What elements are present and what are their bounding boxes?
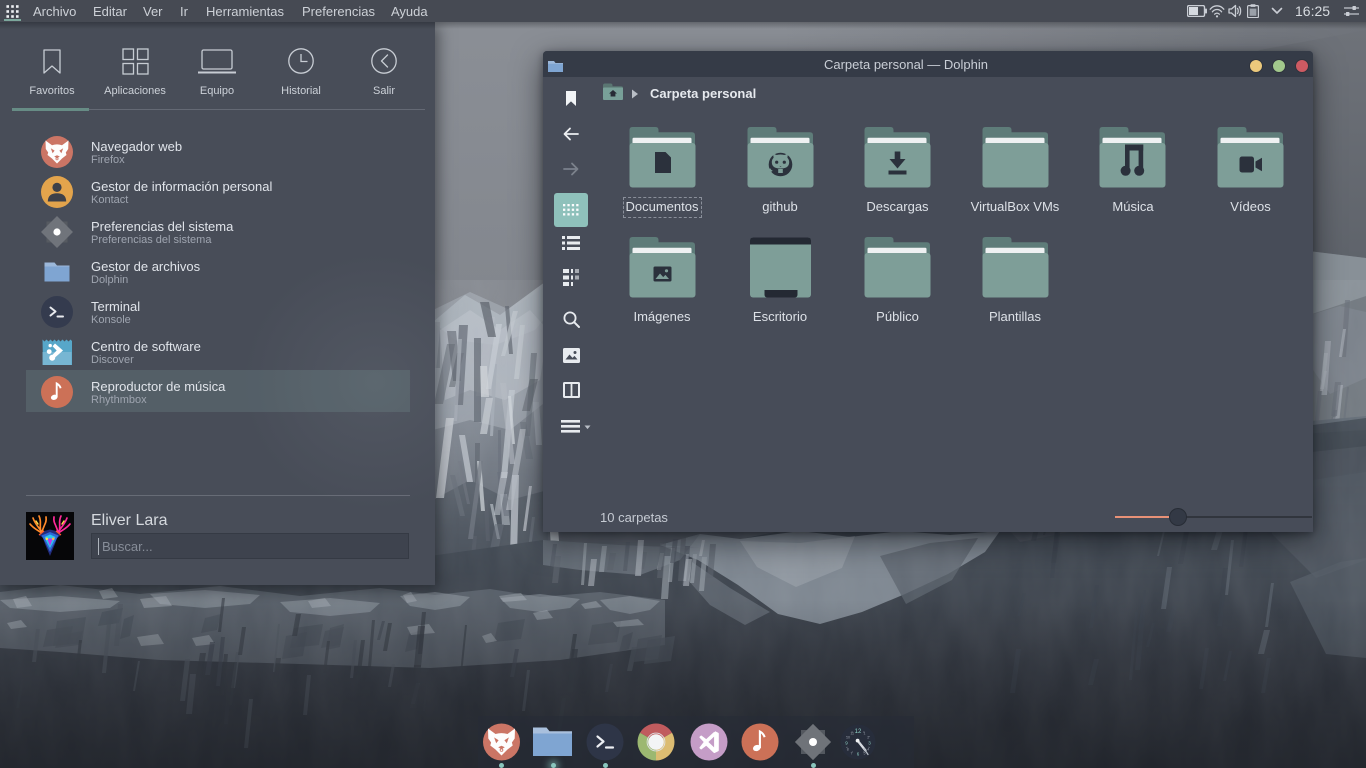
svg-text:4: 4: [867, 748, 869, 752]
svg-text:8: 8: [847, 748, 849, 752]
svg-text:2: 2: [867, 736, 869, 740]
svg-text:12: 12: [855, 729, 862, 735]
